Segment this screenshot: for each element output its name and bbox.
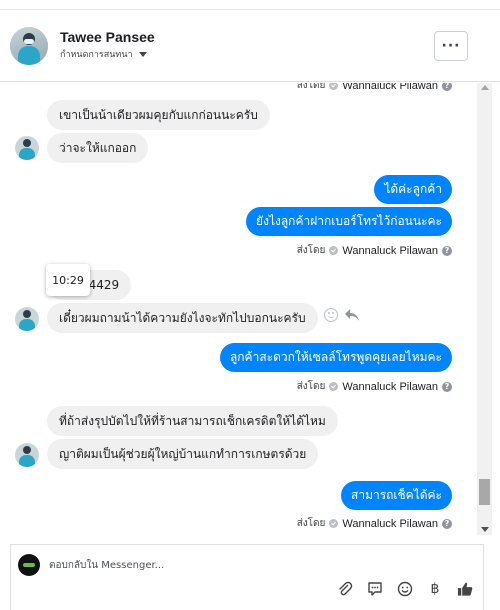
check-icon — [329, 83, 339, 90]
conversation-header: Tawee Pansee กำหนดการสนทนา ··· — [0, 10, 500, 82]
sent-by-author[interactable]: Wannaluck Pilawan — [342, 381, 438, 393]
more-options-button[interactable]: ··· — [434, 31, 468, 61]
saved-replies-icon[interactable] — [367, 581, 383, 597]
contact-name[interactable]: Tawee Pansee — [60, 29, 155, 45]
outgoing-message[interactable]: ลูกค้าสะดวกให้เซลล์โทรพูดคุยเลยไหมคะ — [219, 343, 452, 372]
message-thread: ส่งโดย Wannaluck Pilawan ? เขาเป็นน้าเดี… — [0, 83, 476, 535]
sent-by-author[interactable]: Wannaluck Pilawan — [342, 83, 438, 92]
help-icon[interactable]: ? — [442, 83, 452, 91]
sent-by-line: ส่งโดย Wannaluck Pilawan ? — [297, 243, 452, 258]
check-icon — [329, 382, 339, 391]
composer-toolbar: ฿ — [337, 581, 473, 597]
check-icon — [329, 246, 339, 255]
incoming-message[interactable]: ญาติผมเป็นผุ้ช่วยผุ้ใหญ่บ้านแกทำการเกษตร… — [47, 439, 319, 469]
incoming-message[interactable]: เดี๋ยวผมถามน้าได้ความยังไงจะทักไปบอกนะคร… — [47, 303, 318, 333]
incoming-message[interactable]: เขาเป็นน้าเดียวผมคุยกับแกก่อนนะครับ — [47, 100, 270, 130]
page-avatar — [18, 554, 40, 576]
sent-by-label: ส่งโดย — [296, 245, 326, 256]
incoming-message[interactable]: ที่ถ้าส่งรุปบัตไปให้ที่ร้านสามารถเช็กเคร… — [47, 406, 338, 436]
scroll-thumb[interactable] — [479, 479, 490, 505]
scroll-down-arrow-icon[interactable] — [481, 527, 489, 532]
scroll-up-arrow-icon[interactable] — [481, 85, 489, 90]
help-icon[interactable]: ? — [442, 518, 452, 529]
top-edge — [0, 0, 500, 10]
caret-down-icon — [138, 51, 147, 57]
payment-icon[interactable]: ฿ — [427, 581, 443, 597]
contact-avatar[interactable] — [10, 27, 48, 65]
check-icon — [329, 519, 339, 528]
sent-by-label: ส่งโดย — [296, 83, 326, 91]
emoji-icon[interactable] — [397, 581, 413, 597]
attachment-icon[interactable] — [337, 581, 353, 597]
sent-by-label: ส่งโดย — [296, 518, 326, 529]
message-actions — [324, 308, 360, 322]
sent-by-author[interactable]: Wannaluck Pilawan — [342, 518, 438, 530]
reaction-icon[interactable] — [324, 308, 338, 322]
incoming-message[interactable]: ว่าจะให้แกออก — [47, 133, 149, 163]
sender-avatar[interactable] — [15, 136, 39, 160]
conversation-settings-label: กำหนดการสนทนา — [60, 50, 133, 60]
conversation-settings-dropdown[interactable]: กำหนดการสนทนา — [60, 47, 147, 61]
help-icon[interactable]: ? — [442, 245, 452, 256]
thread-scrollbar[interactable] — [477, 83, 492, 535]
outgoing-message[interactable]: ยังไงลูกค้าฝากเบอร์โทรไว้ก่อนนะคะ — [246, 207, 452, 236]
sent-by-line: ส่งโดย Wannaluck Pilawan ? — [297, 379, 452, 394]
sender-avatar[interactable] — [15, 307, 39, 331]
help-icon[interactable]: ? — [442, 381, 452, 392]
sender-avatar[interactable] — [15, 443, 39, 467]
timestamp-tooltip: 10:29 — [46, 264, 90, 296]
sent-by-label: ส่งโดย — [296, 381, 326, 392]
sent-by-line: ส่งโดย Wannaluck Pilawan ? — [297, 516, 452, 531]
like-icon[interactable] — [457, 581, 473, 597]
composer: ฿ — [10, 544, 484, 610]
reply-icon[interactable] — [344, 308, 360, 322]
outgoing-message[interactable]: สามารถเช็คได้ค่ะ — [341, 481, 452, 510]
outgoing-message[interactable]: ได้ค่ะลูกค้า — [374, 175, 452, 204]
sent-by-author[interactable]: Wannaluck Pilawan — [342, 245, 438, 257]
reply-input[interactable] — [49, 555, 429, 575]
sent-by-line: ส่งโดย Wannaluck Pilawan ? — [297, 83, 452, 93]
